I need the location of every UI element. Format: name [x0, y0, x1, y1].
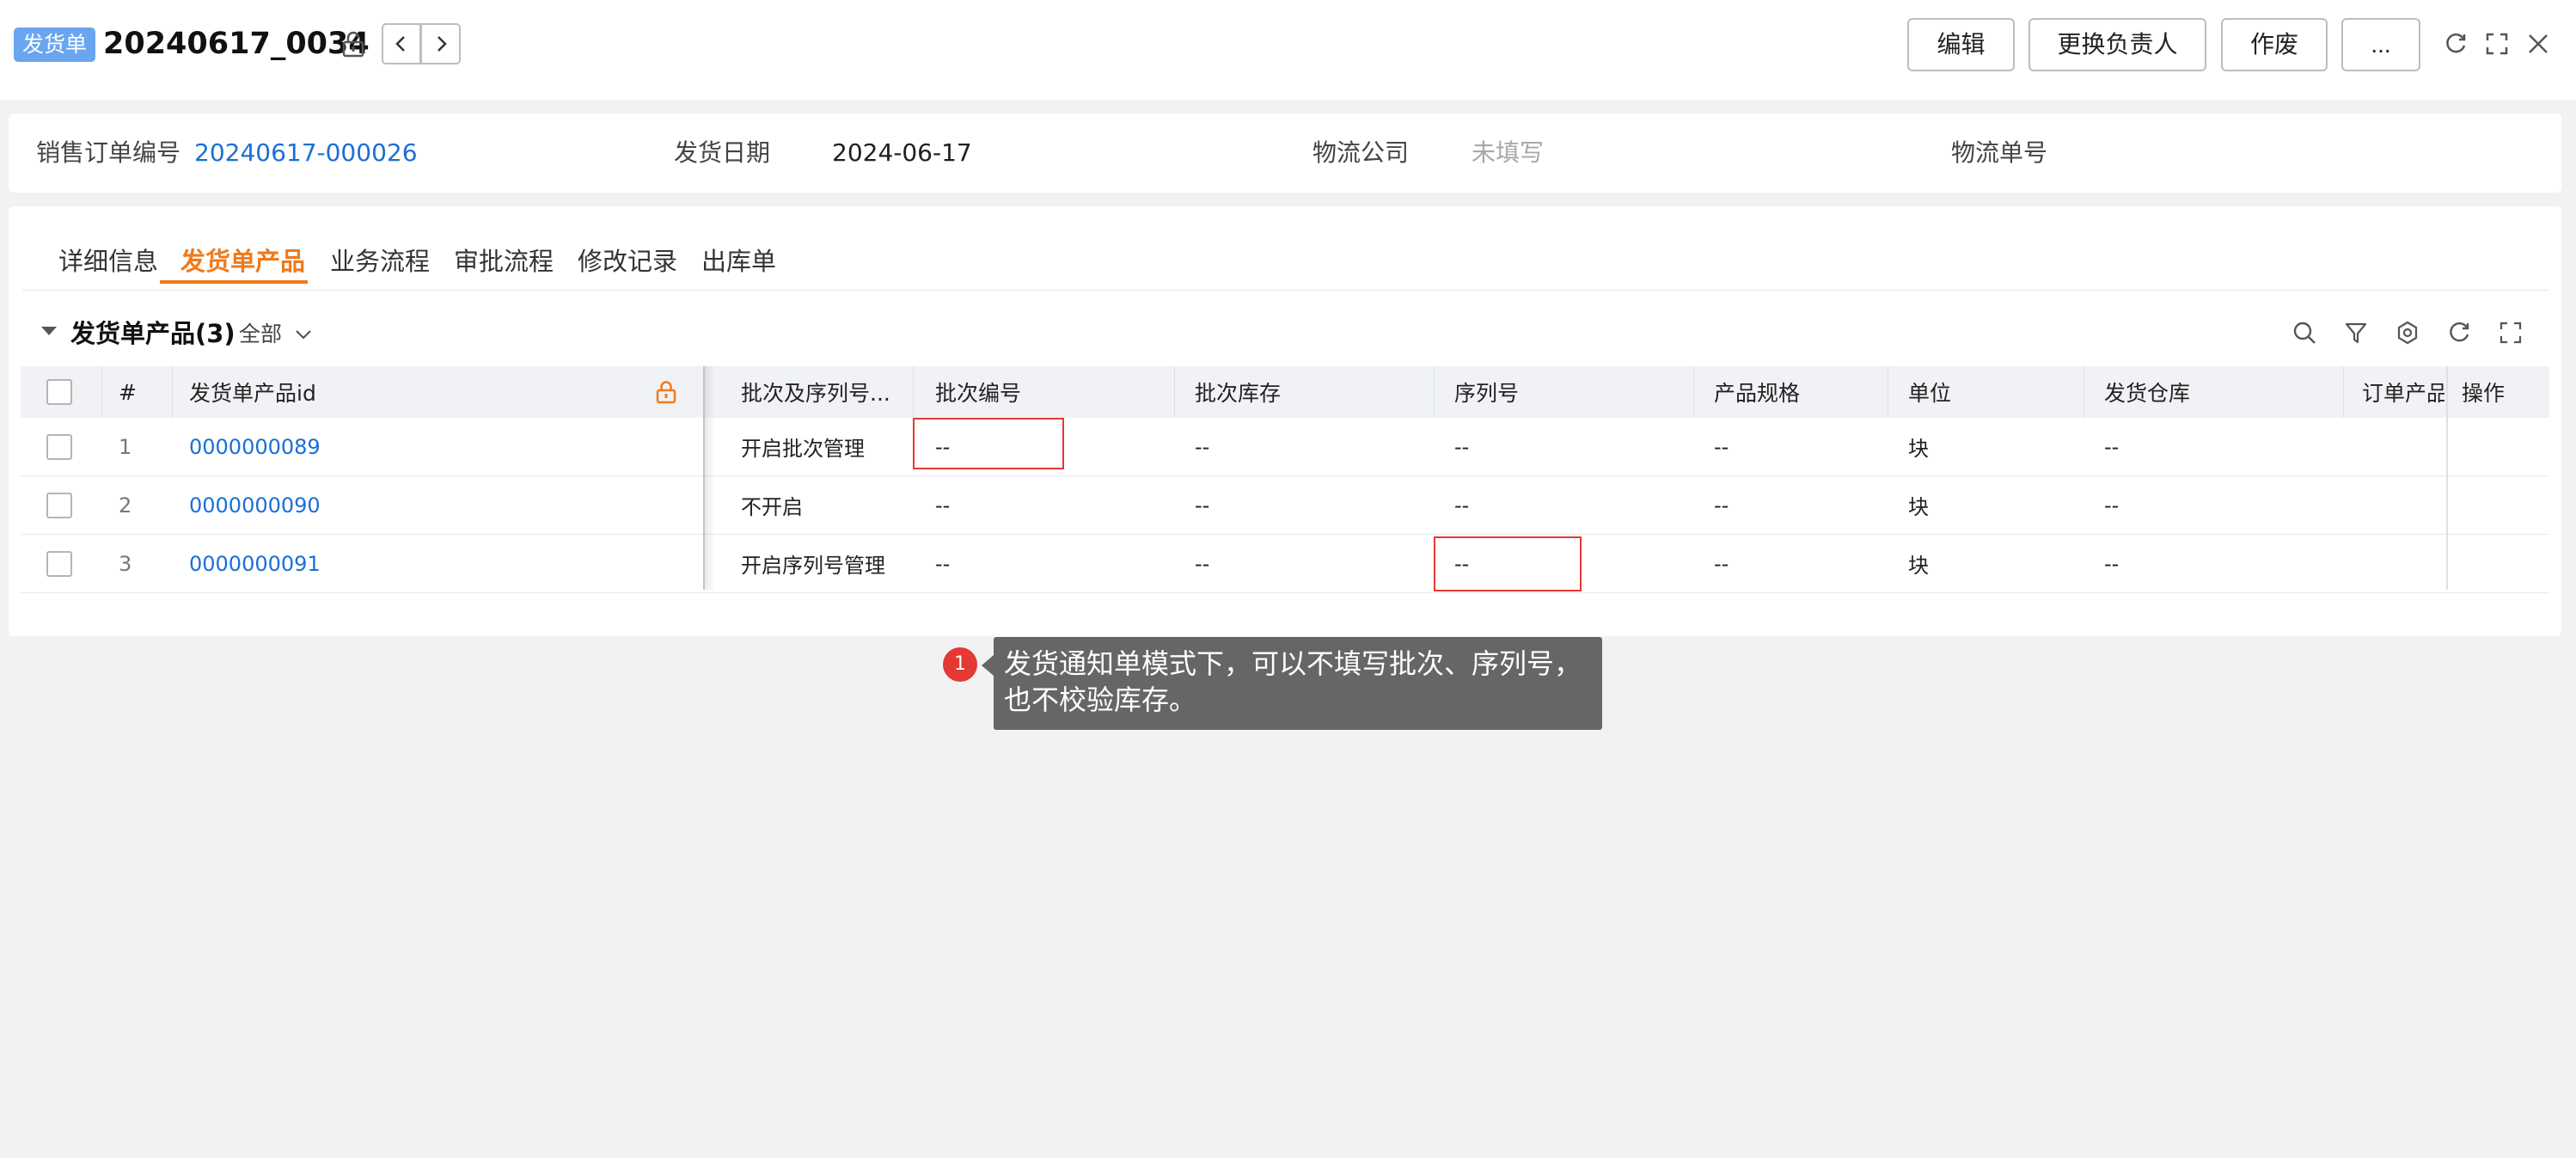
search-icon[interactable]	[2288, 316, 2321, 349]
batch-no-cell: --	[935, 551, 951, 576]
ship-date-value: 2024-06-17	[832, 138, 972, 167]
ship-date-label: 发货日期	[674, 138, 771, 167]
col-operations: 操作	[2462, 381, 2506, 406]
column-lock-icon[interactable]	[653, 366, 679, 418]
select-all-checkbox[interactable]	[46, 379, 72, 405]
filter-icon[interactable]	[2340, 316, 2372, 349]
product-id-link[interactable]: 0000000089	[189, 418, 321, 475]
tab-details[interactable]: 详细信息	[58, 237, 158, 285]
col-spec[interactable]: 产品规格	[1714, 366, 1800, 418]
table-row[interactable]: 3 0000000091 开启序列号管理 -- -- -- -- 块 --	[21, 535, 2549, 593]
row-checkbox[interactable]	[46, 433, 72, 460]
chevron-down-icon[interactable]	[292, 323, 315, 346]
batch-no-cell: --	[935, 493, 951, 518]
product-id-link[interactable]: 0000000091	[189, 535, 321, 592]
record-title: 20240617_0034	[103, 27, 370, 61]
tab-approval-flow[interactable]: 审批流程	[454, 237, 554, 285]
annotation-number-badge: 1	[943, 647, 977, 682]
previous-record-button[interactable]	[382, 23, 421, 64]
col-batch-stock[interactable]: 批次库存	[1195, 366, 1281, 418]
active-tab-indicator	[160, 280, 308, 284]
tooltip-arrow	[982, 655, 994, 676]
tracking-number-label: 物流单号	[1951, 138, 2048, 167]
table-row[interactable]: 2 0000000090 不开启 -- -- -- -- 块 --	[21, 476, 2549, 535]
more-button[interactable]: ...	[2341, 18, 2420, 71]
row-checkbox[interactable]	[46, 550, 72, 577]
tab-business-flow[interactable]: 业务流程	[330, 237, 430, 285]
col-unit[interactable]: 单位	[1908, 366, 1951, 418]
warehouse-cell: --	[2104, 434, 2120, 459]
batch-serial-cell: 开启批次管理	[741, 437, 865, 461]
row-index: 1	[119, 434, 132, 459]
table-row[interactable]: 1 0000000089 开启批次管理 -- -- -- -- 块 --	[21, 418, 2549, 476]
serial-no-cell: --	[1454, 434, 1470, 459]
table-header: # 发货单产品id 批次及序列号... 批次编号 批次库存 序列号 产品规格 单…	[21, 366, 2549, 418]
detail-tabs: 详细信息 发货单产品 业务流程 审批流程 修改记录 出库单	[22, 237, 2549, 291]
col-batch-no[interactable]: 批次编号	[935, 366, 1021, 418]
annotation-tooltip: 发货通知单模式下，可以不填写批次、序列号， 也不校验库存。	[994, 637, 1602, 730]
spec-cell: --	[1714, 551, 1729, 576]
highlight-batch-no	[913, 418, 1064, 469]
batch-serial-cell: 开启序列号管理	[741, 554, 885, 578]
batch-serial-cell: 不开启	[741, 495, 803, 519]
collapse-caret-icon[interactable]	[41, 327, 57, 335]
settings-icon[interactable]	[2391, 316, 2424, 349]
col-batch-serial[interactable]: 批次及序列号...	[741, 366, 904, 418]
row-checkbox[interactable]	[46, 492, 72, 518]
logistics-company-label: 物流公司	[1312, 138, 1410, 167]
frozen-column-shadow	[703, 366, 715, 590]
record-type-badge: 发货单	[14, 28, 96, 62]
expand-icon[interactable]	[2494, 316, 2527, 349]
annotation-line-2: 也不校验库存。	[1004, 683, 1197, 716]
operations-column-divider	[2446, 366, 2448, 590]
col-order-product[interactable]: 订单产品	[2362, 366, 2444, 418]
chevron-right-icon	[437, 36, 447, 52]
chevron-left-icon	[395, 36, 405, 52]
tab-change-log[interactable]: 修改记录	[578, 237, 677, 285]
detail-panel: 详细信息 发货单产品 业务流程 审批流程 修改记录 出库单 发货单产品(3) 全…	[9, 206, 2561, 636]
unit-cell: 块	[1908, 495, 1929, 519]
next-record-button[interactable]	[421, 23, 461, 64]
section-title: 发货单产品(3)	[70, 319, 236, 348]
summary-fields: 销售订单编号 20240617-000026 发货日期 2024-06-17 物…	[9, 113, 2561, 193]
unit-cell: 块	[1908, 437, 1929, 461]
unit-cell: 块	[1908, 554, 1929, 578]
col-serial-no[interactable]: 序列号	[1454, 366, 1519, 418]
select-all-cell	[46, 366, 72, 418]
spec-cell: --	[1714, 493, 1729, 518]
sales-order-link[interactable]: 20240617-000026	[194, 136, 418, 170]
batch-stock-cell: --	[1195, 434, 1210, 459]
tab-shipping-products[interactable]: 发货单产品	[181, 237, 305, 285]
reload-icon[interactable]	[2443, 316, 2475, 349]
highlight-serial-no	[1434, 536, 1582, 591]
tab-outbound-orders[interactable]: 出库单	[701, 237, 776, 285]
record-header: 发货单 20240617_0034 编辑 更换负责人 作废 ...	[0, 0, 2576, 100]
batch-stock-cell: --	[1195, 551, 1210, 576]
change-owner-button[interactable]: 更换负责人	[2028, 18, 2206, 71]
sales-order-label: 销售订单编号	[36, 138, 181, 167]
scope-filter-dropdown[interactable]: 全部	[239, 318, 282, 351]
annotation-line-1: 发货通知单模式下，可以不填写批次、序列号，	[1004, 647, 1582, 680]
col-index: #	[119, 379, 137, 405]
logistics-company-value: 未填写	[1472, 138, 1545, 167]
spec-cell: --	[1714, 434, 1729, 459]
serial-no-cell: --	[1454, 493, 1470, 518]
close-icon[interactable]	[2524, 29, 2553, 58]
row-index: 2	[119, 493, 132, 518]
col-warehouse[interactable]: 发货仓库	[2104, 366, 2190, 418]
unlock-icon[interactable]	[339, 30, 368, 59]
void-button[interactable]: 作废	[2221, 18, 2328, 71]
products-table: # 发货单产品id 批次及序列号... 批次编号 批次库存 序列号 产品规格 单…	[21, 366, 2549, 593]
refresh-icon[interactable]	[2441, 29, 2470, 58]
warehouse-cell: --	[2104, 493, 2120, 518]
edit-button[interactable]: 编辑	[1907, 18, 2015, 71]
fullscreen-icon[interactable]	[2482, 29, 2512, 58]
row-index: 3	[119, 551, 132, 576]
product-id-link[interactable]: 0000000090	[189, 476, 321, 534]
batch-stock-cell: --	[1195, 493, 1210, 518]
warehouse-cell: --	[2104, 551, 2120, 576]
col-product-id[interactable]: 发货单产品id	[189, 366, 316, 418]
